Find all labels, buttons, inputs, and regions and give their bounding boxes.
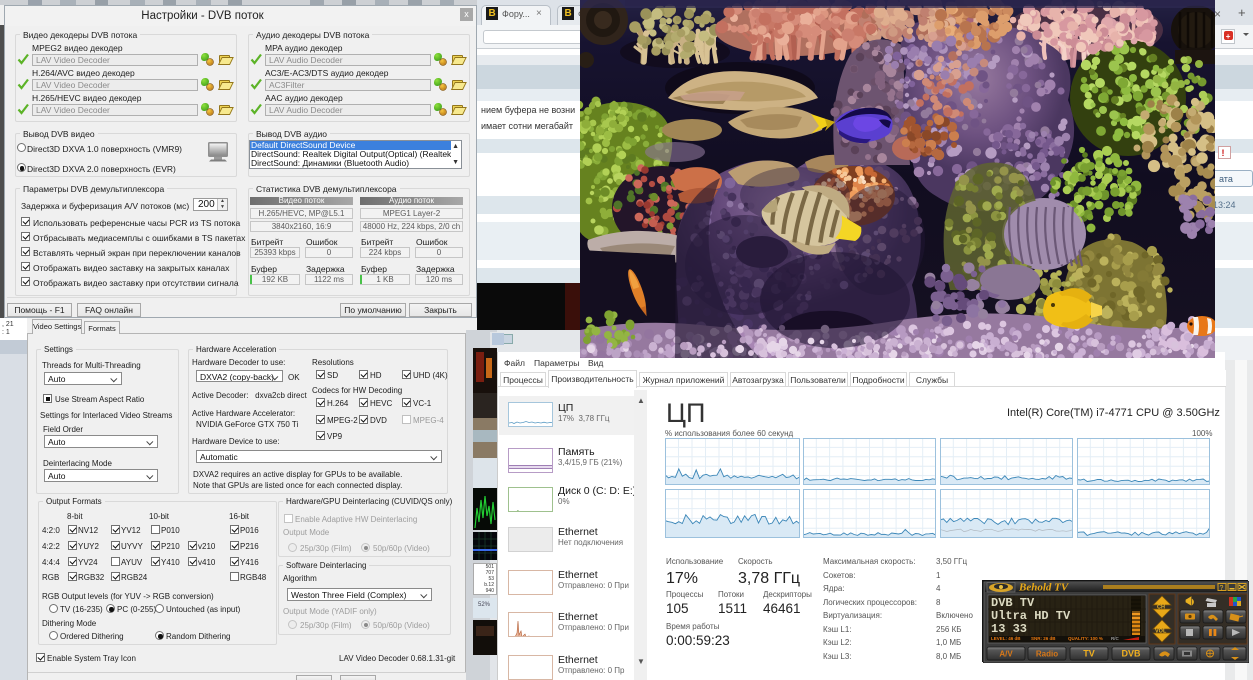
svg-text:DVB: DVB [1121,649,1141,659]
svg-text:TV: TV [1083,649,1095,659]
svg-text:CH: CH [1157,605,1165,611]
svg-text:SNR: 26 dB: SNR: 26 dB [1031,636,1056,641]
svg-text:R/C: R/C [1111,636,1120,641]
svg-text:LEVEL: 46 dB: LEVEL: 46 dB [991,636,1021,641]
svg-text:13 33: 13 33 [991,622,1027,636]
svg-text:QUALITY: 100 %: QUALITY: 100 % [1068,636,1103,641]
svg-text:Ultra HD TV: Ultra HD TV [991,609,1071,623]
svg-text:Behold TV: Behold TV [1018,582,1070,594]
svg-text:A/V: A/V [999,650,1013,659]
svg-text:DVB TV: DVB TV [991,596,1035,610]
svg-text:?: ? [1220,585,1224,592]
svg-text:Radio: Radio [1036,650,1058,659]
svg-text:VOL: VOL [1155,629,1167,635]
